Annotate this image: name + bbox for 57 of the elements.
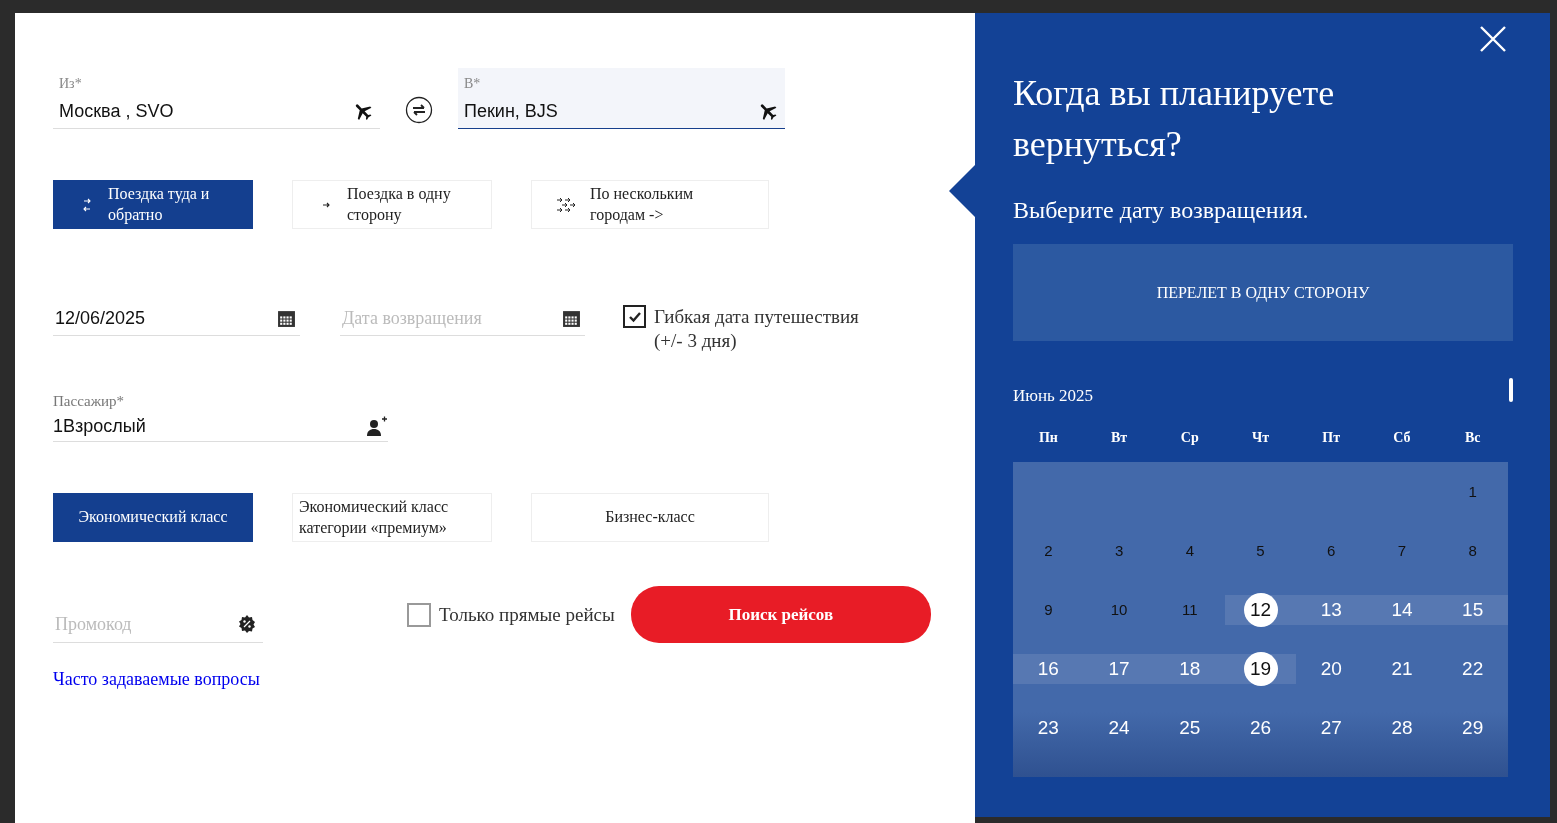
weekday-label: Ср <box>1179 430 1200 446</box>
panel-title: Когда вы планируете вернуться? <box>1013 72 1336 166</box>
cabin-class-tab[interactable]: Бизнес-класс <box>531 493 769 542</box>
weekday-label: Вс <box>1463 430 1482 446</box>
cabin-class-tab[interactable]: Экономический класс категории «премиум» <box>292 493 492 542</box>
panel-subtitle: Выберите дату возвращения. <box>1013 197 1310 224</box>
scrollbar-thumb[interactable] <box>1509 378 1513 402</box>
swap-icon[interactable] <box>405 95 433 124</box>
field-label: Из* <box>59 76 83 93</box>
calendar-day[interactable]: 27 <box>1314 710 1349 745</box>
one-way-flight-button[interactable]: ПЕРЕЛЕТ В ОДНУ СТОРОНУ <box>1013 244 1513 341</box>
flexible-date-checkbox[interactable] <box>623 305 646 328</box>
calendar-icon <box>277 308 296 328</box>
calendar-day[interactable]: 23 <box>1031 710 1066 745</box>
calendar-day[interactable]: 24 <box>1102 710 1137 745</box>
calendar-day[interactable]: 28 <box>1384 710 1419 745</box>
field-value: Пекин, BJS <box>464 100 558 122</box>
month-title: Июнь 2025 <box>1013 386 1094 407</box>
multi-arrows-icon <box>556 195 576 214</box>
calendar-day[interactable]: 19 <box>1243 651 1278 686</box>
trip-type-tab[interactable]: По нескольким городам -> <box>531 180 769 229</box>
calendar-day[interactable]: 25 <box>1172 710 1207 745</box>
faq-link[interactable]: Часто задаваемые вопросы <box>53 669 260 690</box>
field-value: Москва , SVO <box>59 100 174 122</box>
calendar-day[interactable]: 12 <box>1243 592 1278 627</box>
return-date-field[interactable]: Дата возвращения <box>342 307 522 329</box>
calendar-day[interactable]: 22 <box>1455 651 1490 686</box>
direct-flights-checkbox[interactable] <box>407 602 431 627</box>
passenger-field[interactable]: Пассажир* 1Взрослый <box>53 393 388 442</box>
calendar-day[interactable]: 21 <box>1384 651 1419 686</box>
trip-type-tab[interactable]: Поездка туда и обратно <box>53 180 253 229</box>
calendar-day[interactable]: 29 <box>1455 710 1490 745</box>
close-icon[interactable] <box>1480 26 1506 52</box>
field-label: Пассажир* <box>53 393 126 411</box>
to-field[interactable]: В* Пекин, BJS <box>458 68 785 129</box>
checkbox-label: Только прямые рейсы <box>439 602 615 627</box>
field-value: 12/06/2025 <box>55 307 146 329</box>
cabin-class-tab[interactable]: Экономический класс <box>53 493 253 542</box>
field-label: В* <box>464 76 482 93</box>
weekday-label: Пн <box>1037 430 1059 446</box>
calendar-day[interactable]: 20 <box>1314 651 1349 686</box>
field-value: 1Взрослый <box>53 415 146 437</box>
from-field[interactable]: Из* Москва , SVO <box>53 68 380 129</box>
departure-date-field[interactable]: 12/06/2025 <box>53 301 300 336</box>
discount-badge-icon <box>237 614 257 634</box>
promo-code-field[interactable]: Промокод <box>55 613 235 635</box>
trip-type-tab[interactable]: Поездка в одну сторону <box>292 180 492 229</box>
calendar-day[interactable]: 26 <box>1243 710 1278 745</box>
add-person-icon <box>366 415 388 437</box>
two-way-arrows-icon <box>82 196 92 213</box>
weekday-label: Вт <box>1109 430 1129 446</box>
calendar-icon <box>562 308 581 328</box>
weekday-label: Чт <box>1250 430 1271 446</box>
checkbox-label: Гибкая дата путешествия (+/- 3 дня) <box>654 305 860 353</box>
weekday-label: Пт <box>1321 430 1342 446</box>
weekday-label: Сб <box>1392 430 1412 446</box>
search-flights-button[interactable]: Поиск рейсов <box>630 586 931 643</box>
